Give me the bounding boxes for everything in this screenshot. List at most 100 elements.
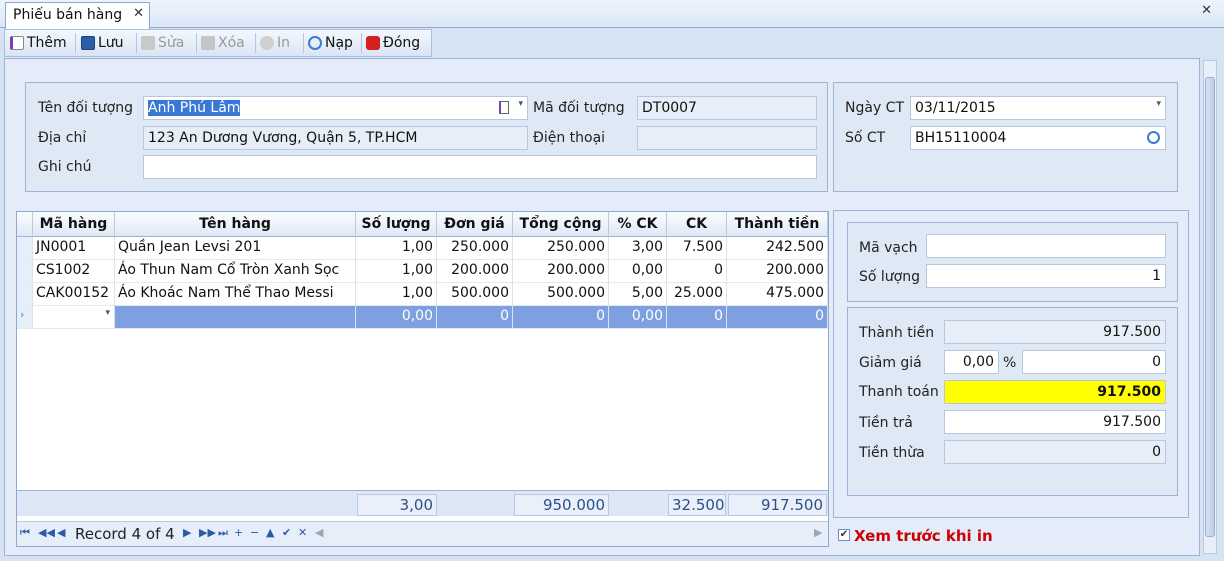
table-cell[interactable]: Quần Jean Levsi 201 bbox=[115, 237, 356, 260]
save-button[interactable]: Lưu bbox=[81, 32, 124, 54]
table-cell[interactable]: 200.000 bbox=[513, 260, 609, 283]
column-header[interactable]: Thành tiền bbox=[727, 212, 828, 237]
previous-page-icon[interactable]: ◀◀ bbox=[38, 526, 55, 539]
refresh-icon[interactable] bbox=[1147, 131, 1160, 144]
new-row-cell[interactable]: 0 bbox=[513, 306, 609, 329]
table-cell[interactable]: 200.000 bbox=[437, 260, 513, 283]
preview-checkbox[interactable]: ✔ bbox=[838, 529, 850, 541]
new-row-code-dropdown[interactable]: ▾ bbox=[33, 306, 115, 329]
up-icon[interactable]: ▲ bbox=[266, 526, 274, 539]
address-field[interactable]: 123 An Dương Vương, Quận 5, TP.HCM bbox=[143, 126, 528, 150]
last-record-icon[interactable]: ⏭ bbox=[218, 526, 228, 540]
tab-bar: Phiếu bán hàng ✕ ✕ bbox=[0, 0, 1224, 29]
discount-percent-field[interactable]: 0,00 bbox=[944, 350, 999, 374]
column-header[interactable]: Số lượng bbox=[356, 212, 437, 237]
table-cell[interactable]: 1,00 bbox=[356, 237, 437, 260]
new-row-indicator-icon[interactable]: › bbox=[17, 306, 33, 329]
preview-label[interactable]: Xem trước khi in bbox=[854, 527, 993, 545]
new-row-cell[interactable]: 0,00 bbox=[609, 306, 667, 329]
table-cell[interactable]: 200.000 bbox=[727, 260, 828, 283]
phone-field[interactable] bbox=[637, 126, 817, 150]
new-row-cell[interactable]: 0 bbox=[667, 306, 727, 329]
new-row-cell[interactable]: 0 bbox=[437, 306, 513, 329]
delete-button[interactable]: Xóa bbox=[201, 32, 245, 54]
column-header[interactable]: % CK bbox=[609, 212, 667, 237]
next-page-icon[interactable]: ▶▶ bbox=[199, 526, 216, 539]
remove-record-icon[interactable]: − bbox=[250, 526, 259, 539]
table-cell[interactable]: 242.500 bbox=[727, 237, 828, 260]
barcode-field[interactable] bbox=[926, 234, 1166, 258]
scroll-left-icon[interactable]: ◀ bbox=[315, 526, 323, 539]
print-button[interactable]: In bbox=[260, 32, 290, 54]
new-document-icon[interactable] bbox=[499, 101, 509, 114]
new-row-cell[interactable]: 0,00 bbox=[356, 306, 437, 329]
new-document-icon bbox=[10, 36, 24, 50]
close-button[interactable]: Đóng bbox=[366, 32, 420, 54]
paid-field[interactable]: 917.500 bbox=[944, 410, 1166, 434]
new-row-cell[interactable] bbox=[115, 306, 356, 329]
table-cell[interactable]: 250.000 bbox=[513, 237, 609, 260]
table-cell[interactable]: 3,00 bbox=[609, 237, 667, 260]
table-cell[interactable]: 0 bbox=[667, 260, 727, 283]
doc-no-field[interactable]: BH15110004 bbox=[910, 126, 1166, 150]
doc-date-field[interactable]: 03/11/2015 ▾ bbox=[910, 96, 1166, 120]
table-cell[interactable]: CS1002 bbox=[33, 260, 115, 283]
payment-label: Thanh toán bbox=[859, 384, 939, 400]
row-indicator[interactable] bbox=[17, 260, 33, 283]
confirm-icon[interactable]: ✔ bbox=[282, 526, 291, 539]
table-cell[interactable]: 500.000 bbox=[513, 283, 609, 306]
table-cell[interactable]: 25.000 bbox=[667, 283, 727, 306]
add-record-icon[interactable]: + bbox=[234, 526, 243, 539]
table-cell[interactable]: 1,00 bbox=[356, 260, 437, 283]
customer-code-field[interactable]: DT0007 bbox=[637, 96, 817, 120]
add-button[interactable]: Thêm bbox=[10, 32, 67, 54]
payment-field[interactable]: 917.500 bbox=[944, 380, 1166, 404]
column-header[interactable]: Mã hàng bbox=[33, 212, 115, 237]
new-row-cell[interactable]: 0 bbox=[727, 306, 828, 329]
column-header[interactable]: Đơn giá bbox=[437, 212, 513, 237]
table-cell[interactable]: 475.000 bbox=[727, 283, 828, 306]
edit-button[interactable]: Sửa bbox=[141, 32, 184, 54]
table-cell[interactable]: 0,00 bbox=[609, 260, 667, 283]
printer-icon bbox=[260, 36, 274, 50]
tab-close-icon[interactable]: ✕ bbox=[133, 6, 144, 21]
edit-label: Sửa bbox=[158, 35, 185, 51]
table-cell[interactable]: 5,00 bbox=[609, 283, 667, 306]
change-field[interactable]: 0 bbox=[944, 440, 1166, 464]
note-field[interactable] bbox=[143, 155, 817, 179]
tab-sales-invoice[interactable]: Phiếu bán hàng ✕ bbox=[5, 2, 150, 29]
previous-record-icon[interactable]: ◀ bbox=[57, 526, 65, 539]
doc-no-label: Số CT bbox=[845, 130, 886, 146]
row-indicator[interactable] bbox=[17, 237, 33, 260]
cancel-icon[interactable]: ✕ bbox=[298, 526, 307, 539]
window-close-icon[interactable]: ✕ bbox=[1201, 3, 1212, 18]
discount-amount-field[interactable]: 0 bbox=[1022, 350, 1166, 374]
column-header[interactable]: Tên hàng bbox=[115, 212, 356, 237]
reload-button[interactable]: Nạp bbox=[308, 32, 353, 54]
table-cell[interactable]: JN0001 bbox=[33, 237, 115, 260]
table-cell[interactable]: 500.000 bbox=[437, 283, 513, 306]
table-cell[interactable]: Áo Khoác Nam Thể Thao Messi bbox=[115, 283, 356, 306]
row-indicator[interactable] bbox=[17, 283, 33, 306]
dropdown-arrow-icon[interactable]: ▾ bbox=[105, 308, 110, 318]
toolbar-separator bbox=[75, 33, 76, 53]
next-record-icon[interactable]: ▶ bbox=[183, 526, 191, 539]
table-cell[interactable]: Áo Thun Nam Cổ Tròn Xanh Sọc bbox=[115, 260, 356, 283]
first-record-icon[interactable]: ⏮ bbox=[20, 526, 30, 540]
vertical-scrollbar[interactable] bbox=[1203, 60, 1217, 554]
column-header[interactable]: CK bbox=[667, 212, 727, 237]
total-quantity: 3,00 bbox=[357, 494, 437, 516]
dropdown-arrow-icon[interactable]: ▾ bbox=[518, 99, 523, 109]
toolbar: Thêm Lưu Sửa Xóa In Nạp Đóng bbox=[4, 29, 432, 57]
table-cell[interactable]: CAK00152 bbox=[33, 283, 115, 306]
scroll-right-icon[interactable]: ▶ bbox=[814, 526, 822, 539]
table-cell[interactable]: 1,00 bbox=[356, 283, 437, 306]
scroll-thumb[interactable] bbox=[1205, 77, 1215, 537]
dropdown-arrow-icon[interactable]: ▾ bbox=[1156, 99, 1161, 109]
customer-name-field[interactable]: Anh Phú Lâm ▾ bbox=[143, 96, 528, 120]
column-header[interactable]: Tổng cộng bbox=[513, 212, 609, 237]
amount-field[interactable]: 917.500 bbox=[944, 320, 1166, 344]
table-cell[interactable]: 7.500 bbox=[667, 237, 727, 260]
table-cell[interactable]: 250.000 bbox=[437, 237, 513, 260]
barcode-qty-field[interactable]: 1 bbox=[926, 264, 1166, 288]
